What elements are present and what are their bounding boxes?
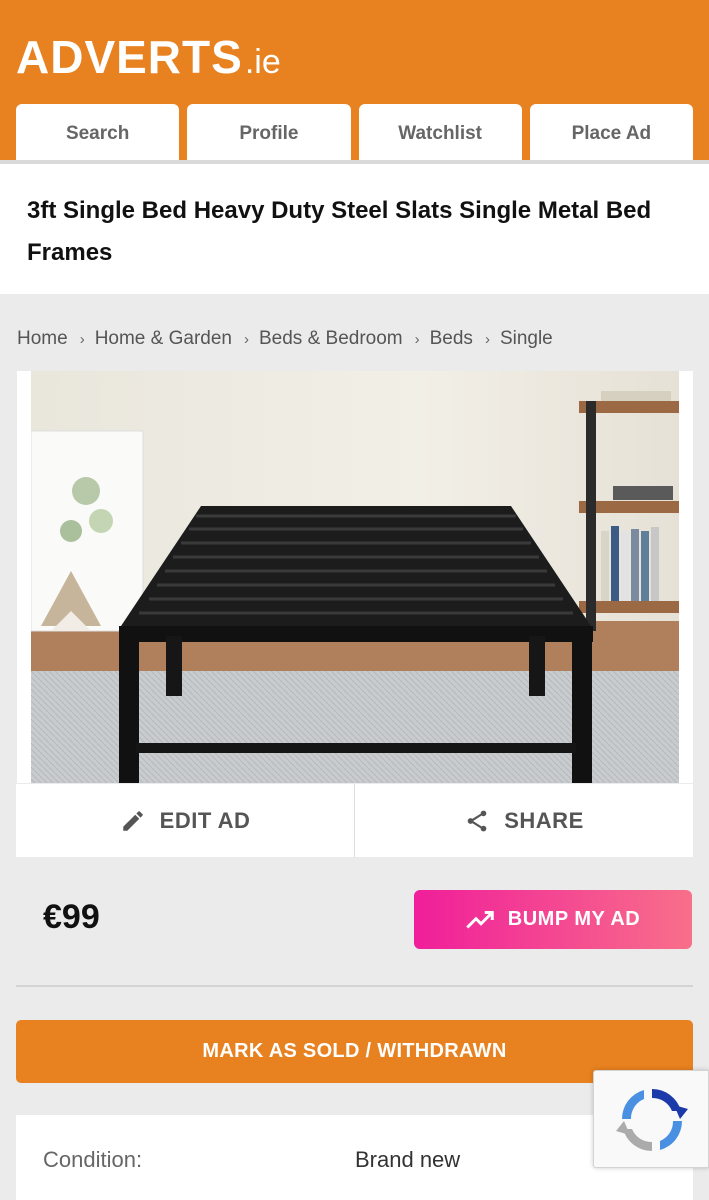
- pencil-icon: [122, 810, 143, 831]
- chevron-right-icon: ›: [79, 330, 85, 348]
- breadcrumb-home-garden[interactable]: Home & Garden: [95, 328, 232, 350]
- recaptcha-badge[interactable]: [593, 1070, 709, 1168]
- chevron-right-icon: ›: [243, 330, 249, 348]
- share-label: SHARE: [504, 807, 584, 833]
- tab-profile[interactable]: Profile: [187, 104, 351, 163]
- logo-tld: .ie: [244, 43, 281, 81]
- trending-up-icon: [465, 910, 494, 929]
- recaptcha-icon: [616, 1088, 688, 1152]
- bump-label: BUMP MY AD: [507, 908, 641, 930]
- edit-ad-button[interactable]: EDIT AD: [16, 784, 354, 857]
- section-divider: [16, 985, 693, 987]
- share-button[interactable]: SHARE: [354, 784, 693, 857]
- tab-place-ad[interactable]: Place Ad: [529, 104, 693, 163]
- ad-price: €99: [43, 898, 100, 936]
- condition-label: Condition:: [43, 1147, 143, 1172]
- ad-title: 3ft Single Bed Heavy Duty Steel Slats Si…: [27, 197, 652, 266]
- breadcrumb: Home › Home & Garden › Beds & Bedroom › …: [17, 328, 553, 350]
- adverts-logo[interactable]: ADVERTS .ie: [16, 30, 281, 84]
- tab-search[interactable]: Search: [16, 104, 180, 163]
- share-icon: [467, 810, 487, 831]
- breadcrumb-beds[interactable]: Beds: [430, 328, 473, 350]
- ad-title-panel: 3ft Single Bed Heavy Duty Steel Slats Si…: [0, 164, 709, 294]
- bump-my-ad-button[interactable]: BUMP MY AD: [414, 890, 692, 949]
- ad-action-row: EDIT AD SHARE: [16, 784, 693, 857]
- chevron-right-icon: ›: [484, 330, 490, 348]
- mark-as-sold-button[interactable]: MARK AS SOLD / WITHDRAWN: [16, 1020, 693, 1083]
- ad-details-panel: Condition: Brand new: [16, 1115, 693, 1200]
- main-nav-tabs: Search Profile Watchlist Place Ad: [16, 104, 693, 163]
- condition-value: Brand new: [355, 1147, 461, 1172]
- breadcrumb-beds-bedroom[interactable]: Beds & Bedroom: [259, 328, 403, 350]
- site-header: ADVERTS .ie Search Profile Watchlist Pla…: [0, 0, 709, 163]
- breadcrumb-home[interactable]: Home: [17, 328, 68, 350]
- breadcrumb-single[interactable]: Single: [500, 328, 553, 350]
- chevron-right-icon: ›: [414, 330, 420, 348]
- edit-ad-label: EDIT AD: [159, 807, 251, 833]
- logo-text: ADVERTS: [16, 31, 243, 83]
- ad-photo[interactable]: [31, 371, 679, 783]
- tab-watchlist[interactable]: Watchlist: [358, 104, 522, 163]
- bed-frame-photo: [31, 371, 679, 783]
